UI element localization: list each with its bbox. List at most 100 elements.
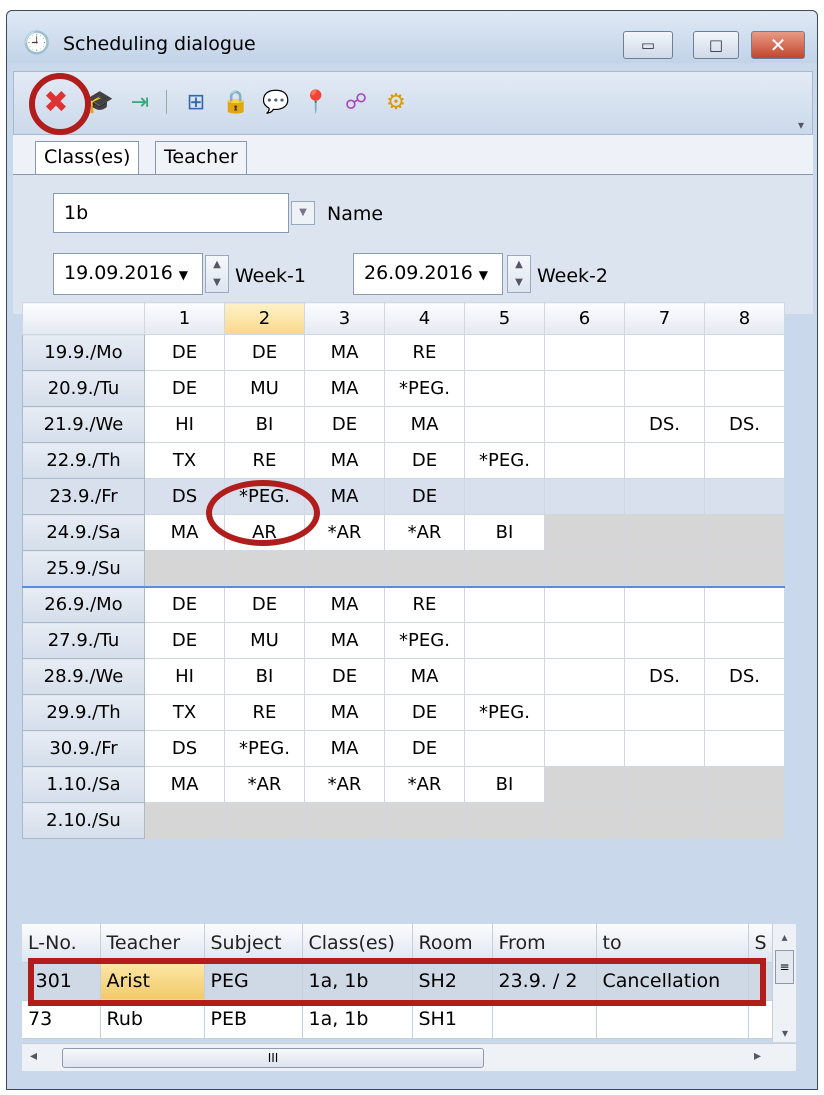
lesson-cell[interactable] xyxy=(224,802,305,839)
lesson-cell[interactable]: RE xyxy=(384,586,465,623)
day-row-header[interactable]: 25.9./Su xyxy=(22,550,145,588)
settings-gear-icon[interactable]: ⚙ xyxy=(380,86,412,118)
period-header[interactable]: 7 xyxy=(624,302,705,335)
lesson-cell[interactable]: *PEG. xyxy=(384,622,465,659)
period-header[interactable]: 8 xyxy=(704,302,785,335)
lesson-cell[interactable]: MA xyxy=(304,334,385,371)
lesson-cell[interactable] xyxy=(624,550,705,588)
lesson-cell[interactable] xyxy=(624,694,705,731)
maximize-button[interactable]: □ xyxy=(693,31,739,59)
vertical-scrollbar[interactable]: ▴ ≡ ▾ xyxy=(772,924,796,1042)
tab-classes[interactable]: Class(es) xyxy=(35,141,140,175)
lesson-cell[interactable]: DS. xyxy=(704,406,785,443)
week1-spinner[interactable]: ▲ ▼ xyxy=(205,255,229,293)
column-header[interactable]: to xyxy=(596,924,749,963)
column-header[interactable]: L-No. xyxy=(22,924,101,963)
lesson-cell[interactable] xyxy=(224,550,305,588)
lesson-cell[interactable]: TX xyxy=(144,442,225,479)
lesson-cell[interactable]: *PEG. xyxy=(224,730,305,767)
lesson-cell[interactable] xyxy=(544,370,625,407)
lesson-cell[interactable] xyxy=(624,622,705,659)
lesson-cell[interactable] xyxy=(544,406,625,443)
lesson-cell[interactable]: MU xyxy=(224,370,305,407)
lesson-cell[interactable]: MA xyxy=(304,442,385,479)
pin-icon[interactable]: 📍 xyxy=(300,86,332,118)
chevron-down-icon[interactable]: ▼ xyxy=(291,201,315,225)
lesson-cell[interactable]: RE xyxy=(224,442,305,479)
lesson-cell[interactable] xyxy=(544,478,625,515)
lesson-cell[interactable] xyxy=(544,622,625,659)
period-header[interactable]: 1 xyxy=(144,302,225,335)
day-row-header[interactable]: 2.10./Su xyxy=(22,802,145,839)
lesson-cell[interactable]: MA xyxy=(384,406,465,443)
lesson-cell[interactable] xyxy=(544,694,625,731)
lesson-cell[interactable]: DE xyxy=(384,694,465,731)
hscroll-thumb[interactable]: III xyxy=(62,1048,484,1068)
lesson-cell[interactable]: DE xyxy=(304,658,385,695)
lesson-cell[interactable]: *AR xyxy=(224,766,305,803)
lesson-cell[interactable]: MA xyxy=(384,658,465,695)
lesson-cell[interactable] xyxy=(544,586,625,623)
lesson-cell[interactable]: HI xyxy=(144,406,225,443)
lesson-cell[interactable] xyxy=(304,802,385,839)
lesson-cell[interactable] xyxy=(704,514,785,551)
day-row-header[interactable]: 30.9./Fr xyxy=(22,730,145,767)
column-header[interactable]: From xyxy=(492,924,597,963)
scroll-down-icon[interactable]: ▾ xyxy=(773,1026,797,1040)
lesson-cell[interactable] xyxy=(624,514,705,551)
lock-icon[interactable]: 🔒 xyxy=(220,86,252,118)
lesson-cell[interactable] xyxy=(544,514,625,551)
toolbar-overflow-icon[interactable]: ▾ xyxy=(798,118,804,132)
day-row-header[interactable]: 21.9./We xyxy=(22,406,145,443)
lesson-cell[interactable] xyxy=(464,802,545,839)
column-header[interactable]: Room xyxy=(412,924,493,963)
lesson-cell[interactable] xyxy=(384,550,465,588)
period-header[interactable]: 4 xyxy=(384,302,465,335)
lesson-cell[interactable] xyxy=(544,730,625,767)
lesson-cell[interactable] xyxy=(544,658,625,695)
date1-picker[interactable]: 19.09.2016 ▼ xyxy=(53,253,203,295)
lesson-cell[interactable] xyxy=(464,586,545,623)
scroll-up-icon[interactable]: ▴ xyxy=(773,924,796,950)
lesson-cell[interactable] xyxy=(624,730,705,767)
lesson-cell[interactable] xyxy=(624,478,705,515)
lesson-cell[interactable]: RE xyxy=(224,694,305,731)
layout-icon[interactable]: ⊞ xyxy=(180,86,212,118)
lesson-cell[interactable]: DE xyxy=(384,478,465,515)
lesson-cell[interactable]: DE xyxy=(144,370,225,407)
lesson-cell[interactable] xyxy=(624,586,705,623)
lesson-cell[interactable] xyxy=(544,442,625,479)
lesson-cell[interactable] xyxy=(464,658,545,695)
lesson-cell[interactable] xyxy=(544,802,625,839)
lesson-cell[interactable]: DS. xyxy=(624,658,705,695)
network-icon[interactable]: ☍ xyxy=(340,86,372,118)
lesson-cell[interactable]: MA xyxy=(144,766,225,803)
lesson-cell[interactable]: *AR xyxy=(384,766,465,803)
period-header[interactable]: 2 xyxy=(224,302,305,335)
lesson-cell[interactable] xyxy=(704,766,785,803)
column-header[interactable]: Teacher xyxy=(100,924,205,963)
lesson-cell[interactable]: MA xyxy=(304,586,385,623)
lesson-cell[interactable]: DE xyxy=(304,406,385,443)
lesson-cell[interactable]: *AR xyxy=(384,514,465,551)
lesson-cell[interactable] xyxy=(464,730,545,767)
lesson-cell[interactable] xyxy=(544,766,625,803)
lesson-cell[interactable]: *PEG. xyxy=(384,370,465,407)
lesson-cell[interactable]: DS. xyxy=(704,658,785,695)
lesson-cell[interactable]: MA xyxy=(304,370,385,407)
lesson-cell[interactable]: RE xyxy=(384,334,465,371)
column-header[interactable]: Class(es) xyxy=(302,924,413,963)
period-header[interactable]: 6 xyxy=(544,302,625,335)
lesson-cell[interactable]: DE xyxy=(384,730,465,767)
import-icon[interactable]: ⇥ xyxy=(124,86,156,118)
lesson-cell[interactable] xyxy=(304,550,385,588)
messages-icon[interactable]: 💬 xyxy=(260,86,292,118)
lesson-cell[interactable] xyxy=(464,406,545,443)
lesson-cell[interactable] xyxy=(704,802,785,839)
lesson-cell[interactable] xyxy=(704,622,785,659)
day-row-header[interactable]: 22.9./Th xyxy=(22,442,145,479)
lesson-cell[interactable] xyxy=(704,586,785,623)
lesson-cell[interactable] xyxy=(624,334,705,371)
lesson-cell[interactable]: DS xyxy=(144,730,225,767)
tab-teacher[interactable]: Teacher xyxy=(155,141,247,175)
